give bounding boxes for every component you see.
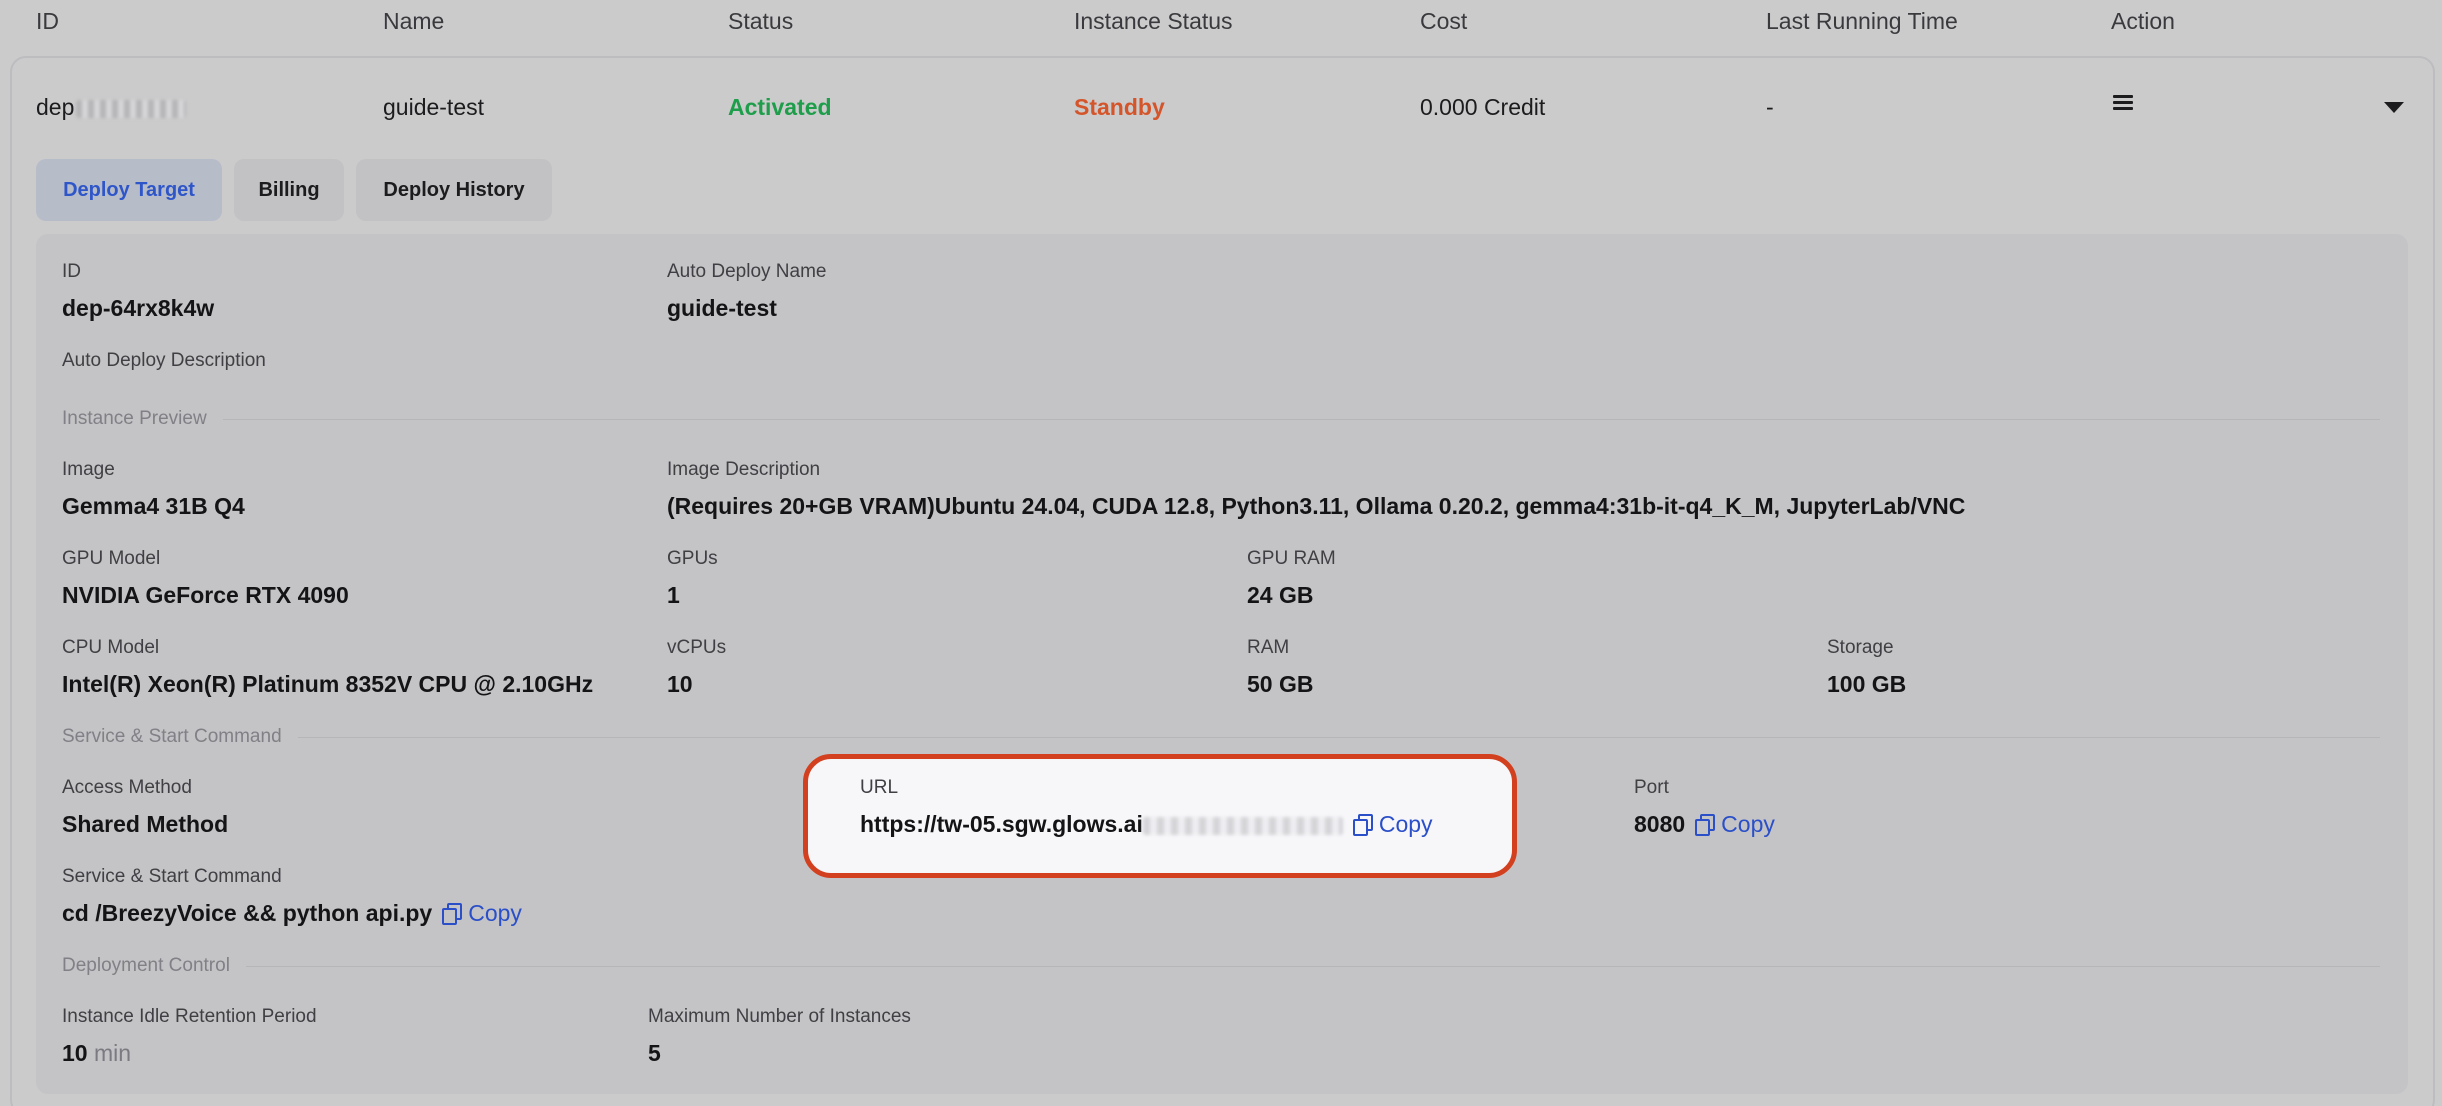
idle-retention-number: 10 [62,1040,88,1066]
tab-deploy-target[interactable]: Deploy Target [36,159,222,221]
row-last-running-time: - [1766,94,1774,120]
service-command-value: cd /BreezyVoice && python api.py Copy [62,900,522,927]
access-method-value: Shared Method [62,811,229,837]
ram-label: RAM [1247,637,1290,658]
cpu-model-value: Intel(R) Xeon(R) Platinum 8352V CPU @ 2.… [62,671,594,697]
col-header-cost: Cost [1420,8,1468,34]
image-description-label: Image Description [667,459,821,480]
port-value: 8080 Copy [1634,811,1775,838]
redacted-url [1142,816,1343,835]
instance-status-badge: Standby [1074,94,1165,120]
copy-port-button[interactable]: Copy [1695,811,1775,837]
copy-port-label: Copy [1721,811,1775,837]
ram-value: 50 GB [1247,671,1314,697]
url-text: https://tw-05.sgw.glows.ai [860,811,1143,837]
row-name: guide-test [383,94,485,120]
copy-url-button[interactable]: Copy [1352,811,1433,837]
port-label: Port [1634,777,1669,798]
auto-deploy-description-label: Auto Deploy Description [62,350,266,371]
image-label: Image [62,459,115,480]
access-method-label: Access Method [62,777,192,798]
auto-deploy-name-label: Auto Deploy Name [667,261,827,282]
id-label: ID [62,261,81,282]
copy-url-label: Copy [1378,811,1433,837]
gpus-label: GPUs [667,548,718,569]
section-service-start-command: Service & Start Command [62,726,2380,748]
storage-value: 100 GB [1827,671,1907,697]
redacted-id [76,99,187,118]
port-text: 8080 [1634,811,1686,837]
image-value: Gemma4 31B Q4 [62,493,245,519]
vcpus-label: vCPUs [667,637,727,658]
copy-icon [442,903,463,925]
chevron-down-icon[interactable] [2384,102,2404,113]
tab-billing[interactable]: Billing [234,159,344,221]
col-header-id: ID [36,8,59,34]
section-service-title: Service & Start Command [62,726,282,747]
auto-deploy-name-value: guide-test [667,295,777,321]
copy-command-button[interactable]: Copy [442,900,522,926]
storage-label: Storage [1827,637,1894,658]
idle-retention-value: 10 min [62,1040,131,1067]
copy-icon [1695,814,1716,836]
idle-retention-label: Instance Idle Retention Period [62,1006,317,1027]
section-instance-preview: Instance Preview [62,408,2380,430]
gpu-ram-value: 24 GB [1247,582,1314,608]
col-header-status: Status [728,8,794,34]
idle-retention-unit: min [93,1040,132,1066]
max-instances-label: Maximum Number of Instances [648,1006,911,1027]
col-header-instance-status: Instance Status [1074,8,1233,34]
col-header-last-running-time: Last Running Time [1766,8,1958,34]
gpus-value: 1 [667,582,680,608]
vcpus-value: 10 [667,671,693,697]
tab-deploy-history[interactable]: Deploy History [356,159,552,221]
row-id-prefix: dep [36,94,75,120]
menu-icon[interactable] [2113,92,2133,112]
url-label: URL [860,777,899,798]
table-header: ID Name Status Instance Status Cost Last… [0,0,2442,40]
section-deployment-control: Deployment Control [62,955,2380,977]
gpu-model-label: GPU Model [62,548,161,569]
service-command-text: cd /BreezyVoice && python api.py [62,900,433,926]
section-instance-preview-title: Instance Preview [62,408,207,429]
gpu-ram-label: GPU RAM [1247,548,1336,569]
section-deployment-control-title: Deployment Control [62,955,230,976]
image-description-value: (Requires 20+GB VRAM)Ubuntu 24.04, CUDA … [667,493,1966,519]
copy-command-label: Copy [468,900,522,926]
cpu-model-label: CPU Model [62,637,160,658]
service-command-label: Service & Start Command [62,866,282,887]
copy-icon [1352,814,1373,836]
gpu-model-value: NVIDIA GeForce RTX 4090 [62,582,349,608]
status-badge: Activated [728,94,832,120]
table-row[interactable]: dep guide-test Activated Standby 0.000 C… [0,94,2442,124]
col-header-action: Action [2111,8,2175,34]
max-instances-value: 5 [648,1040,661,1066]
url-value: https://tw-05.sgw.glows.ai Copy [860,811,1433,838]
col-header-name: Name [383,8,445,34]
row-id: dep [36,94,187,121]
id-value: dep-64rx8k4w [62,295,215,321]
row-cost: 0.000 Credit [1420,94,1546,120]
